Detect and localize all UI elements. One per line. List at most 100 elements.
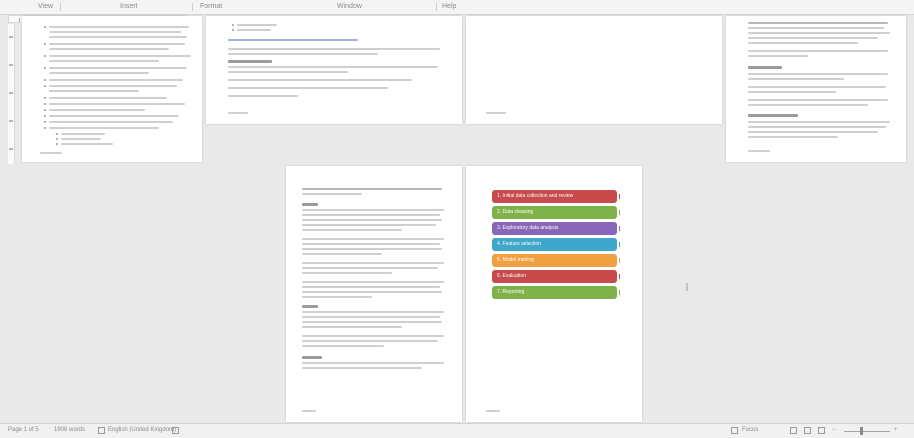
step-connector xyxy=(619,210,620,215)
document-page-5[interactable] xyxy=(286,166,462,422)
text-line xyxy=(228,95,298,97)
step-connector xyxy=(619,258,620,263)
text-line xyxy=(49,48,169,50)
text-line xyxy=(61,143,113,145)
text-line xyxy=(302,291,442,293)
step-connector xyxy=(619,194,620,199)
web-layout-icon[interactable] xyxy=(804,427,811,434)
ruler-mark xyxy=(9,92,13,94)
page-footer xyxy=(486,112,506,114)
text-line xyxy=(49,115,179,117)
read-mode-icon[interactable] xyxy=(818,427,825,434)
zoom-slider-thumb[interactable] xyxy=(860,427,863,435)
text-line xyxy=(302,362,444,364)
zoom-in-icon[interactable]: + xyxy=(894,427,898,433)
text-line xyxy=(49,72,149,74)
list-bullet xyxy=(44,43,46,45)
document-page-4[interactable] xyxy=(726,16,906,162)
flow-step-3: 3. Exploratory data analysis xyxy=(492,222,617,235)
focus-label[interactable]: Focus xyxy=(742,427,758,433)
text-line xyxy=(302,248,442,250)
text-line xyxy=(49,85,177,87)
status-bar: Page 1 of 5 1906 words English (United K… xyxy=(0,423,914,438)
text-line xyxy=(748,86,886,88)
text-line xyxy=(302,321,442,323)
menu-insert[interactable]: Insert xyxy=(120,3,138,10)
flow-step-7: 7. Reporting xyxy=(492,286,617,299)
text-line xyxy=(302,262,444,264)
text-line xyxy=(748,50,888,52)
ruler-mark xyxy=(9,120,13,122)
text-line xyxy=(748,55,808,57)
list-bullet xyxy=(56,133,58,135)
text-line xyxy=(748,99,888,101)
step-connector xyxy=(619,242,620,247)
document-page-2[interactable] xyxy=(206,16,462,124)
document-page-3[interactable] xyxy=(466,16,722,124)
print-layout-icon[interactable] xyxy=(790,427,797,434)
document-page-1[interactable] xyxy=(22,16,202,162)
text-line xyxy=(49,121,173,123)
text-line xyxy=(49,109,145,111)
text-line xyxy=(228,48,440,50)
text-line xyxy=(302,281,444,283)
page-footer xyxy=(40,152,62,154)
menu-window[interactable]: Window xyxy=(337,3,362,10)
section-heading xyxy=(228,60,272,63)
text-line xyxy=(302,335,444,337)
accessibility-icon[interactable] xyxy=(172,427,179,434)
list-bullet xyxy=(44,55,46,57)
list-bullet xyxy=(44,79,46,81)
text-line xyxy=(302,311,444,313)
hyperlink[interactable] xyxy=(228,39,358,41)
text-line xyxy=(49,79,183,81)
document-page-6[interactable]: 1. Initial data collection and review 2.… xyxy=(466,166,642,422)
menu-help[interactable]: Help xyxy=(442,3,456,10)
page-footer xyxy=(748,150,770,152)
menu-bar: View Insert Format Window Help xyxy=(0,0,914,15)
page-count[interactable]: Page 1 of 5 xyxy=(8,427,39,433)
scroll-handle[interactable] xyxy=(686,283,688,291)
focus-icon[interactable] xyxy=(731,427,738,434)
list-bullet xyxy=(232,24,234,26)
list-bullet xyxy=(56,138,58,140)
zoom-out-icon[interactable]: − xyxy=(832,427,836,433)
vertical-ruler[interactable] xyxy=(8,24,15,164)
text-line xyxy=(302,193,362,195)
text-line xyxy=(61,133,105,135)
language-indicator[interactable]: English (United Kingdom) xyxy=(108,427,176,433)
text-line xyxy=(237,24,277,26)
text-line xyxy=(49,43,185,45)
text-line xyxy=(302,296,372,298)
ruler-mark xyxy=(9,36,13,38)
menu-view[interactable]: View xyxy=(38,3,53,10)
proofing-icon[interactable] xyxy=(98,427,105,434)
text-line xyxy=(748,131,878,133)
section-heading xyxy=(748,66,782,69)
text-line xyxy=(302,316,440,318)
list-bullet xyxy=(44,103,46,105)
text-line xyxy=(748,126,886,128)
step-connector xyxy=(619,274,620,279)
text-line xyxy=(748,32,890,34)
list-bullet xyxy=(44,127,46,129)
menu-divider xyxy=(436,3,437,11)
menu-divider xyxy=(192,3,193,11)
list-bullet xyxy=(44,109,46,111)
flow-step-1: 1. Initial data collection and review xyxy=(492,190,617,203)
zoom-slider[interactable] xyxy=(844,431,890,432)
section-heading xyxy=(302,356,322,359)
word-count[interactable]: 1906 words xyxy=(54,427,85,433)
text-line xyxy=(49,97,167,99)
text-line xyxy=(49,90,139,92)
text-line xyxy=(302,326,402,328)
ruler-mark xyxy=(9,64,13,66)
flow-step-2: 2. Data cleaning xyxy=(492,206,617,219)
text-line xyxy=(49,31,181,33)
text-line xyxy=(228,66,438,68)
flow-step-4: 4. Feature selection xyxy=(492,238,617,251)
section-heading xyxy=(302,305,318,308)
text-line xyxy=(49,55,191,57)
section-heading xyxy=(302,203,318,206)
menu-format[interactable]: Format xyxy=(200,3,222,10)
